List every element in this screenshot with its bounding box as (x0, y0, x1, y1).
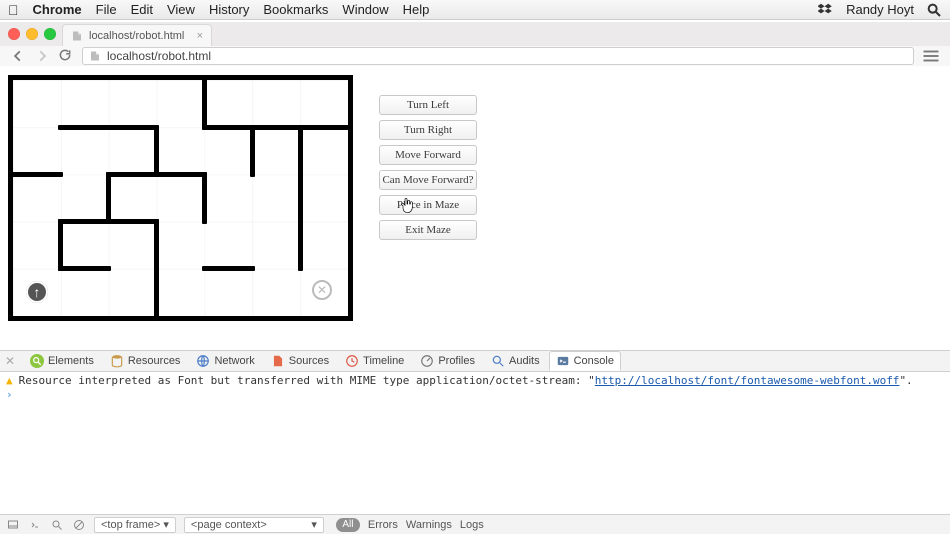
menu-file[interactable]: File (96, 2, 117, 17)
clock-icon (345, 354, 359, 368)
turn-right-button[interactable]: Turn Right (379, 120, 477, 140)
move-forward-button[interactable]: Move Forward (379, 145, 477, 165)
maze-wall (154, 125, 159, 177)
devtools-tab-elements[interactable]: Elements (23, 351, 101, 371)
maze-wall (298, 219, 303, 271)
console-output[interactable]: ▲ Resource interpreted as Font but trans… (0, 372, 950, 514)
search-icon (30, 354, 44, 368)
frame-selector[interactable]: <top frame> ▾ (94, 517, 176, 533)
filter-logs-button[interactable]: Logs (460, 519, 484, 531)
maze-wall (58, 125, 159, 130)
browser-toolbar: localhost/robot.html (0, 46, 950, 66)
maze-wall (202, 78, 207, 130)
console-toggle-icon[interactable] (28, 518, 42, 532)
inspect-icon[interactable] (50, 518, 64, 532)
maze-canvas: ↑ ✕ (8, 75, 353, 321)
place-in-maze-button[interactable]: Place in Maze (379, 195, 477, 215)
menu-edit[interactable]: Edit (131, 2, 153, 17)
console-warning-line: ▲ Resource interpreted as Font but trans… (6, 374, 944, 388)
devtools-close-icon[interactable]: ✕ (3, 354, 17, 368)
controls-panel: Turn Left Turn Right Move Forward Can Mo… (379, 75, 477, 240)
reload-button[interactable] (58, 48, 74, 64)
browser-tab[interactable]: localhost/robot.html × (62, 24, 212, 46)
address-bar[interactable]: localhost/robot.html (82, 47, 914, 65)
tab-close-icon[interactable]: × (197, 30, 203, 42)
menu-history[interactable]: History (209, 2, 249, 17)
url-text: localhost/robot.html (107, 49, 211, 63)
chrome-window: localhost/robot.html × localhost/robot.h… (0, 22, 950, 66)
dropbox-icon[interactable] (818, 2, 834, 18)
maze-wall (202, 125, 255, 130)
back-button[interactable] (10, 48, 26, 64)
maze-wall (58, 219, 63, 271)
mac-menubar:  Chrome File Edit View History Bookmark… (0, 0, 950, 20)
maze-wall (154, 219, 159, 318)
audits-icon (491, 354, 505, 368)
chrome-menu-icon[interactable] (922, 49, 940, 63)
forward-button[interactable] (34, 48, 50, 64)
menu-help[interactable]: Help (403, 2, 430, 17)
maze-wall (106, 172, 111, 224)
clear-console-icon[interactable] (72, 518, 86, 532)
user-name[interactable]: Randy Hoyt (846, 2, 914, 17)
maze-wall (202, 266, 255, 271)
filter-errors-button[interactable]: Errors (368, 519, 398, 531)
console-icon (556, 354, 570, 368)
globe-icon (196, 354, 210, 368)
turn-left-button[interactable]: Turn Left (379, 95, 477, 115)
apple-icon[interactable]:  (8, 2, 19, 18)
devtools-tab-network[interactable]: Network (189, 351, 261, 371)
maze-wall (298, 125, 303, 224)
tabstrip: localhost/robot.html × (62, 24, 212, 46)
filter-all-button[interactable]: All (336, 518, 360, 532)
window-controls (8, 28, 56, 40)
page-icon (71, 30, 83, 42)
window-close-button[interactable] (8, 28, 20, 40)
devtools-panel: ✕ Elements Resources Network Sources (0, 350, 950, 534)
maze-wall (58, 266, 111, 271)
spotlight-icon[interactable] (926, 2, 942, 18)
devtools-tab-profiles[interactable]: Profiles (413, 351, 482, 371)
console-prompt[interactable]: › (6, 388, 944, 402)
warning-text: Resource interpreted as Font but transfe… (19, 374, 595, 387)
devtools-tab-audits[interactable]: Audits (484, 351, 547, 371)
app-name[interactable]: Chrome (33, 2, 82, 17)
devtools-statusbar: <top frame> ▾ <page context> ▾ All Error… (0, 514, 950, 534)
exit-maze-button[interactable]: Exit Maze (379, 220, 477, 240)
maze-wall (11, 172, 64, 177)
window-zoom-button[interactable] (44, 28, 56, 40)
devtools-tab-resources[interactable]: Resources (103, 351, 188, 371)
window-minimize-button[interactable] (26, 28, 38, 40)
devtools-tabstrip: ✕ Elements Resources Network Sources (0, 350, 950, 372)
maze-wall (250, 125, 255, 177)
devtools-tab-sources[interactable]: Sources (264, 351, 336, 371)
can-move-forward-button[interactable]: Can Move Forward? (379, 170, 477, 190)
page-icon (89, 50, 101, 62)
menu-window[interactable]: Window (342, 2, 388, 17)
maze-wall (202, 172, 207, 224)
document-icon (271, 354, 285, 368)
database-icon (110, 354, 124, 368)
prompt-icon: › (6, 388, 13, 402)
warning-icon: ▲ (6, 374, 13, 388)
menu-bookmarks[interactable]: Bookmarks (263, 2, 328, 17)
filter-warnings-button[interactable]: Warnings (406, 519, 452, 531)
devtools-tab-console[interactable]: Console (549, 351, 621, 371)
menu-view[interactable]: View (167, 2, 195, 17)
gauge-icon (420, 354, 434, 368)
devtools-tab-timeline[interactable]: Timeline (338, 351, 411, 371)
context-selector[interactable]: <page context> ▾ (184, 517, 324, 533)
warning-url-link[interactable]: http://localhost/font/fontawesome-webfon… (595, 374, 900, 387)
tab-title: localhost/robot.html (89, 30, 184, 42)
page-content: ↑ ✕ Turn Left Turn Right Move Forward Ca… (0, 66, 950, 350)
dock-icon[interactable] (6, 518, 20, 532)
